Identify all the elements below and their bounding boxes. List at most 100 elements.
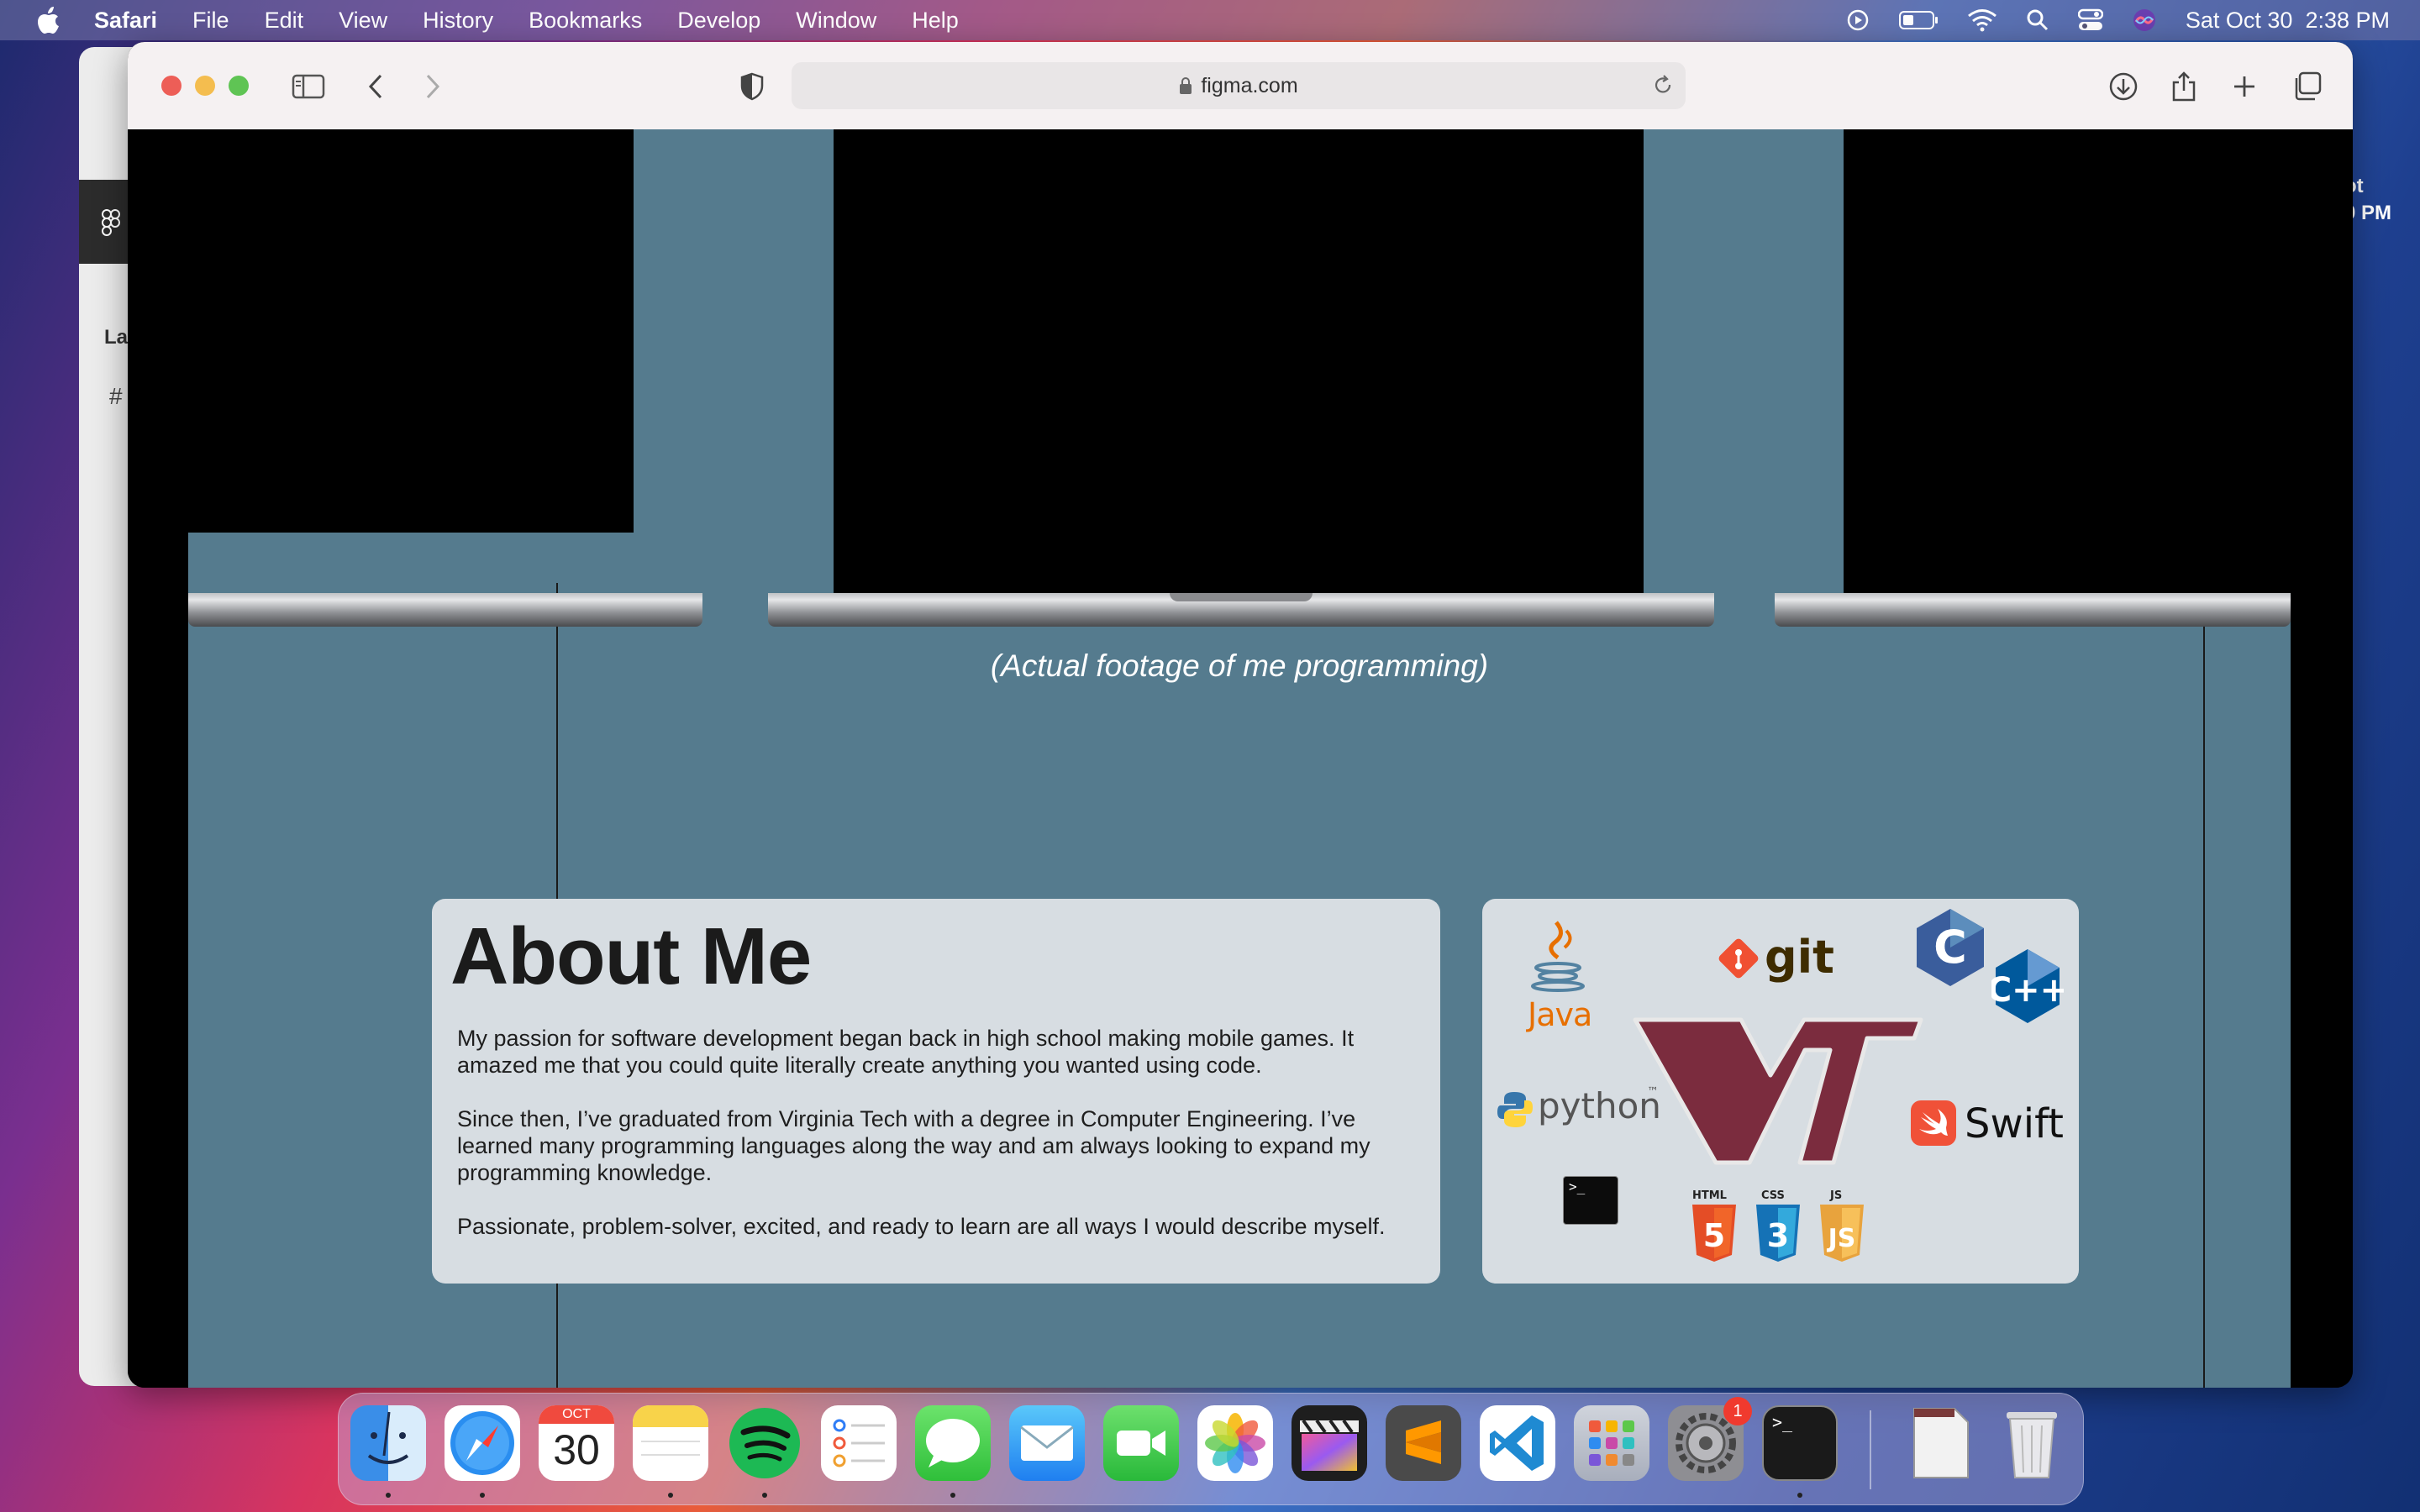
swift-logo: Swift <box>1911 1097 2079 1151</box>
tab-overview-icon[interactable] <box>2287 67 2326 106</box>
calendar-day: 30 <box>553 1426 600 1473</box>
dock-photos-icon[interactable] <box>1197 1405 1273 1481</box>
js-label: JS <box>1830 1189 1843 1202</box>
dock-reminders-icon[interactable] <box>821 1405 897 1481</box>
css3-logo: CSS 3 <box>1753 1189 1803 1263</box>
cpp-language-logo: C++ <box>1987 946 2068 1026</box>
desktop-file-label-line2: 0 PM <box>2344 202 2392 224</box>
calendar-month: OCT <box>539 1405 614 1424</box>
new-tab-plus-icon[interactable] <box>2225 67 2264 106</box>
html-label: HTML <box>1692 1189 1727 1202</box>
url-text: figma.com <box>1201 73 1298 97</box>
html5-logo: HTML 5 <box>1689 1189 1739 1263</box>
dock-terminal-prompt: >_ <box>1772 1412 1793 1432</box>
skills-logos-card: Java git C C++ python ™ Swift >_ HTML 5 … <box>1482 899 2079 1284</box>
address-bar[interactable]: figma.com <box>792 62 1686 109</box>
safari-toolbar: figma.com <box>128 42 2353 130</box>
back-arrow-icon[interactable] <box>356 67 395 106</box>
c-hexagon-icon: C <box>1917 909 1984 986</box>
control-center-icon[interactable] <box>2077 8 2103 32</box>
dock-calendar-icon[interactable]: OCT 30 <box>539 1405 614 1481</box>
css-number: 3 <box>1767 1217 1789 1254</box>
menu-window[interactable]: Window <box>796 8 876 34</box>
cpp-letters: C++ <box>1991 971 2064 1010</box>
menu-history[interactable]: History <box>423 8 493 34</box>
swift-bird-icon <box>1911 1100 1956 1146</box>
git-label: git <box>1765 931 1834 984</box>
laptop-caption: (Actual footage of me programming) <box>990 648 1489 683</box>
python-logo: python ™ <box>1496 1084 1664 1134</box>
js-number: JS <box>1827 1224 1856 1253</box>
siri-icon[interactable] <box>2132 8 2157 33</box>
about-paragraph-3: Passionate, problem-solver, excited, and… <box>457 1214 1386 1239</box>
about-me-card: About Me My passion for software develop… <box>432 899 1440 1284</box>
now-playing-icon[interactable] <box>1846 8 1870 32</box>
java-logo: Java <box>1516 919 1600 1037</box>
window-zoom-button[interactable] <box>229 76 249 96</box>
javascript-shield-icon: JS <box>1820 1205 1864 1262</box>
laptop-left-base <box>188 593 702 627</box>
laptop-center-base <box>768 593 1714 627</box>
menu-app-name[interactable]: Safari <box>94 8 157 34</box>
dock-vscode-icon[interactable] <box>1480 1405 1555 1481</box>
cpp-hexagon-icon: C++ <box>1987 949 2068 1023</box>
desktop-file-label: ot 0 PM <box>2344 173 2412 227</box>
python-label: python <box>1538 1085 1661 1126</box>
terminal-prompt: >_ <box>1569 1179 1586 1194</box>
dock-running-indicator <box>668 1493 673 1498</box>
dock-messages-icon[interactable] <box>915 1405 991 1481</box>
swift-label: Swift <box>1965 1100 2064 1147</box>
menu-view[interactable]: View <box>339 8 387 34</box>
laptop-left-screen <box>128 129 634 533</box>
laptop-right-base <box>1775 593 2291 627</box>
python-snakes-icon <box>1497 1092 1533 1127</box>
wifi-icon[interactable] <box>1967 8 1997 32</box>
about-p1-line1: My passion for software development bega… <box>457 1026 1355 1051</box>
frame-hash-icon: # <box>109 383 123 409</box>
privacy-shield-icon[interactable] <box>733 67 771 106</box>
forward-arrow-icon[interactable] <box>413 67 452 106</box>
menu-clock[interactable]: Sat Oct 30 2:38 PM <box>2186 8 2390 34</box>
dock-launchpad-icon[interactable] <box>1574 1405 1649 1481</box>
dock-notes-icon[interactable] <box>633 1405 708 1481</box>
dock-safari-icon[interactable] <box>445 1405 520 1481</box>
menu-develop[interactable]: Develop <box>677 8 760 34</box>
desktop-file-label-line1: ot <box>2344 175 2364 197</box>
menu-bar: Safari File Edit View History Bookmarks … <box>0 0 2420 40</box>
apple-menu-icon[interactable] <box>35 6 60 34</box>
dock-trash-icon[interactable] <box>1994 1405 2070 1481</box>
dock-final-cut-pro-icon[interactable] <box>1292 1405 1367 1481</box>
dock-terminal-icon[interactable]: >_ <box>1762 1405 1838 1481</box>
dock-spotify-icon[interactable] <box>727 1405 802 1481</box>
dock-running-indicator <box>762 1493 767 1498</box>
dock-mail-icon[interactable] <box>1009 1405 1085 1481</box>
laptop-center-screen <box>834 129 1644 593</box>
dock: OCT 30 1 >_ <box>338 1393 2084 1505</box>
dock-system-preferences-icon[interactable]: 1 <box>1668 1397 1752 1481</box>
battery-icon[interactable] <box>1898 9 1939 31</box>
sidebar-toggle-icon[interactable] <box>289 67 328 106</box>
about-paragraph-2: Since then, I’ve graduated from Virginia… <box>457 1105 1423 1186</box>
window-minimize-button[interactable] <box>195 76 215 96</box>
html5-shield-icon: 5 <box>1692 1205 1736 1262</box>
c-letter: C <box>1933 921 1967 974</box>
share-icon[interactable] <box>2165 67 2203 106</box>
dock-recent-document-icon[interactable] <box>1903 1405 1979 1481</box>
downloads-icon[interactable] <box>2104 67 2143 106</box>
dock-sublime-text-icon[interactable] <box>1386 1405 1461 1481</box>
menu-file[interactable]: File <box>192 8 229 34</box>
menu-help[interactable]: Help <box>912 8 959 34</box>
spotlight-search-icon[interactable] <box>2026 8 2049 32</box>
python-trademark: ™ <box>1647 1085 1659 1099</box>
reload-icon[interactable] <box>1652 74 1674 96</box>
menu-bookmarks[interactable]: Bookmarks <box>529 8 642 34</box>
html-number: 5 <box>1703 1217 1725 1254</box>
laptop-right-screen <box>1844 129 2348 593</box>
dock-finder-icon[interactable] <box>350 1405 426 1481</box>
dock-facetime-icon[interactable] <box>1103 1405 1179 1481</box>
figma-layers-label: La <box>104 326 129 349</box>
safari-window: figma.com (Actual footage of me programm… <box>128 42 2353 1388</box>
menu-edit[interactable]: Edit <box>265 8 304 34</box>
web-page: (Actual footage of me programming) About… <box>128 129 2353 1388</box>
window-close-button[interactable] <box>161 76 182 96</box>
